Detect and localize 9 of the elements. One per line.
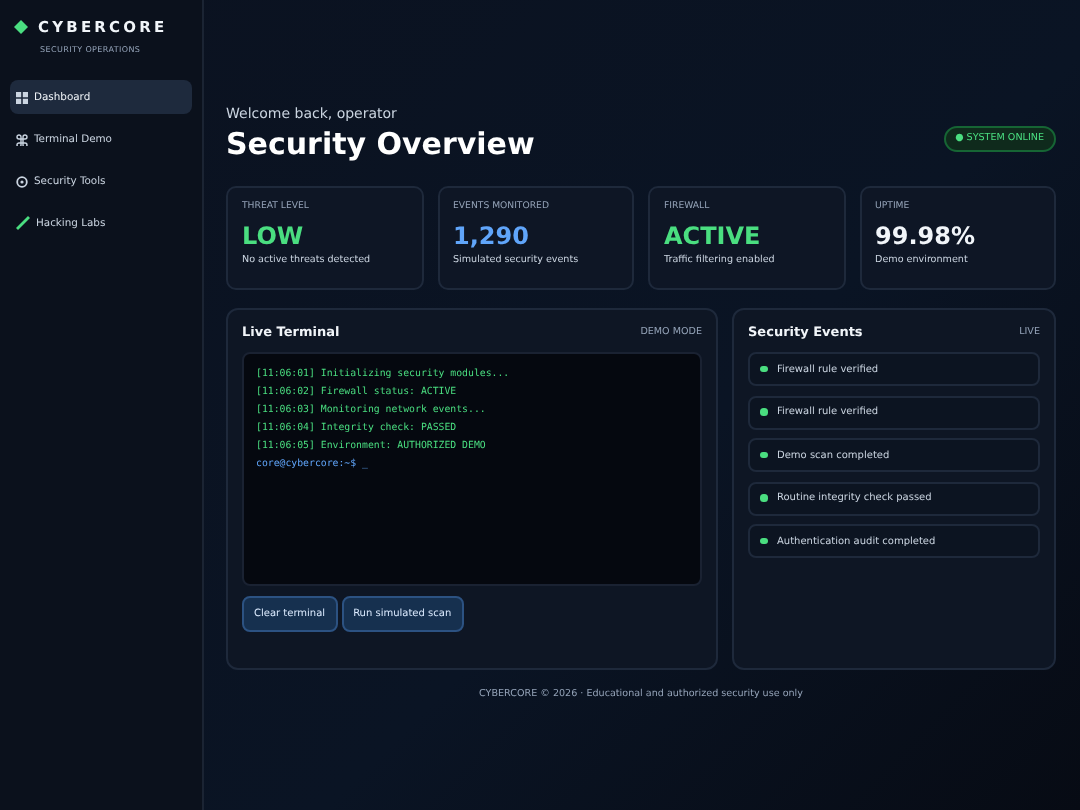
wand-icon <box>16 216 30 230</box>
diamond-icon <box>14 20 28 34</box>
stat-value: 99.98% <box>875 222 977 250</box>
command-icon <box>16 133 28 145</box>
stat-value: 1,290 <box>453 222 531 250</box>
stat-value: LOW <box>242 222 306 250</box>
stat-value: ACTIVE <box>664 222 763 250</box>
grid-icon <box>16 91 28 103</box>
page-title: Security Overview <box>226 126 535 162</box>
